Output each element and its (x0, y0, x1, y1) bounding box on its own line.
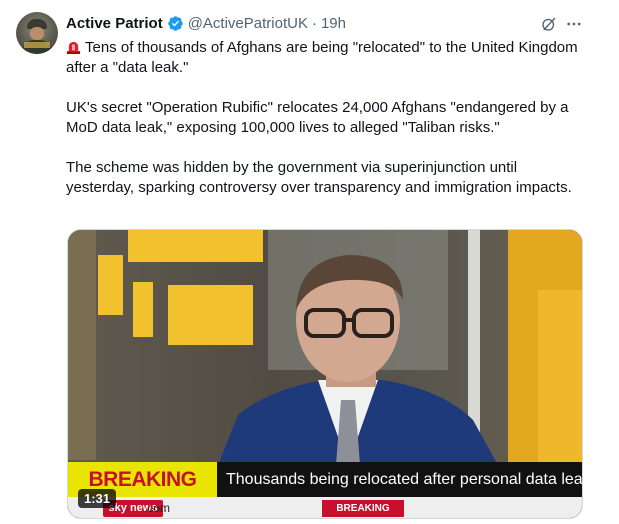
tweet-paragraph-3: The scheme was hidden by the government … (66, 159, 572, 196)
sub-breaking-label: BREAKING NEWS (322, 500, 404, 517)
sky-news-dotcom: .com (144, 501, 171, 515)
more-icon[interactable] (565, 15, 583, 33)
author-name[interactable]: Active Patriot (66, 15, 163, 32)
author-handle[interactable]: @ActivePatriotUK (188, 15, 308, 32)
tweet-paragraph-2: UK's secret "Operation Rubific" relocate… (66, 99, 569, 136)
video-player[interactable]: BREAKING NEWS Thousands being relocated … (67, 229, 583, 519)
verified-badge-icon (167, 15, 183, 31)
timestamp[interactable]: 19h (321, 15, 346, 32)
tweet[interactable]: Active Patriot @ActivePatriotUK · 19h Te… (0, 0, 619, 524)
ticker-headline: Thousands being relocated after personal… (226, 471, 583, 488)
separator-dot: · (311, 14, 317, 32)
news-ticker: BREAKING NEWS Thousands being relocated … (68, 462, 583, 518)
tweet-text: Tens of thousands of Afghans are being "… (66, 38, 586, 218)
sub-ticker: sky news .com BREAKING NEWS (68, 497, 582, 518)
tweet-header: Active Patriot @ActivePatriotUK · 19h (66, 13, 346, 33)
avatar[interactable] (16, 12, 58, 54)
siren-emoji-icon (66, 41, 81, 54)
grok-icon[interactable] (540, 15, 558, 33)
presenter (218, 255, 498, 465)
video-duration: 1:31 (78, 489, 117, 508)
tweet-paragraph-1: Tens of thousands of Afghans are being "… (66, 39, 578, 76)
